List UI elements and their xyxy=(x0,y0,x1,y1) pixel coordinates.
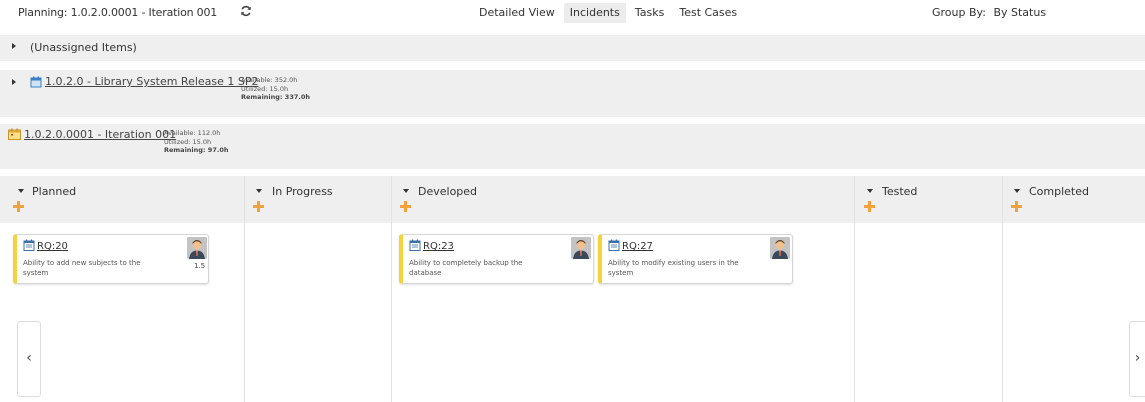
user-avatar-icon xyxy=(187,237,207,259)
iteration-link[interactable]: 1.0.2.0.0001 - Iteration 001 xyxy=(24,128,176,141)
collapse-caret-icon[interactable] xyxy=(403,189,409,193)
user-avatar-icon xyxy=(770,237,790,259)
column-completed: Completed xyxy=(1003,176,1145,402)
release-link[interactable]: 1.0.2.0 - Library System Release 1 SP2 xyxy=(45,75,259,88)
card-id-link[interactable]: RQ:23 xyxy=(423,241,454,252)
column-header: Developed xyxy=(392,176,854,223)
add-item-icon[interactable] xyxy=(1011,201,1022,212)
column-header: Planned xyxy=(0,176,244,223)
chevron-left-icon: ‹ xyxy=(26,350,32,366)
expand-caret-icon[interactable] xyxy=(12,43,16,49)
column-developed: Developed xyxy=(392,176,855,402)
release-stats: Available: 352.0h Utilized: 15.0h Remain… xyxy=(241,76,310,102)
release-utilized: Utilized: 15.0h xyxy=(241,84,289,93)
column-header: Tested xyxy=(855,176,1002,223)
column-header: In Progress xyxy=(245,176,391,223)
chevron-right-icon: › xyxy=(1134,350,1141,366)
iteration-stats: Available: 112.0h Utilized: 15.0h Remain… xyxy=(164,129,228,155)
card-description: Ability to add new subjects to the syste… xyxy=(23,259,141,277)
add-item-icon[interactable] xyxy=(400,201,411,212)
card-id-link[interactable]: RQ:27 xyxy=(622,241,653,252)
iteration-available: Available: 112.0h xyxy=(164,129,221,137)
avatar[interactable] xyxy=(187,237,207,259)
tab-test-cases[interactable]: Test Cases xyxy=(673,3,743,23)
collapse-caret-icon[interactable] xyxy=(1014,189,1020,193)
add-item-icon[interactable] xyxy=(13,201,24,212)
tab-detailed-view[interactable]: Detailed View xyxy=(473,3,561,23)
collapse-caret-icon[interactable] xyxy=(18,189,24,193)
collapse-caret-icon[interactable] xyxy=(867,189,873,193)
column-title: Tested xyxy=(882,185,918,198)
unassigned-items-row: (Unassigned Items) xyxy=(0,35,1145,61)
card-description: Ability to modify existing users in the … xyxy=(608,259,739,277)
avatar[interactable] xyxy=(571,237,591,259)
card-estimate: 1.5 xyxy=(194,262,206,270)
unassigned-items-label: (Unassigned Items) xyxy=(30,41,137,54)
next-page-button[interactable]: › xyxy=(1129,321,1145,397)
column-title: Developed xyxy=(418,185,478,198)
avatar[interactable] xyxy=(770,237,790,259)
view-tabs: Detailed View Incidents Tasks Test Cases xyxy=(473,3,743,23)
add-item-icon[interactable] xyxy=(864,201,875,212)
column-title: Completed xyxy=(1029,185,1089,198)
requirement-card[interactable]: RQ:27 Ability to modify existing users i… xyxy=(598,234,793,284)
card-id-link[interactable]: RQ:20 xyxy=(37,241,68,252)
iteration-utilized: Utilized: 15.0h xyxy=(164,137,212,146)
release-row: 1.0.2.0 - Library System Release 1 SP2 A… xyxy=(0,70,1145,117)
iteration-remaining: Remaining: 97.0h xyxy=(164,146,229,154)
top-bar: Planning: 1.0.2.0.0001 - Iteration 001 D… xyxy=(0,0,1145,26)
iteration-row: 1.0.2.0.0001 - Iteration 001 Available: … xyxy=(0,124,1145,169)
tab-incidents[interactable]: Incidents xyxy=(563,3,626,23)
requirement-icon xyxy=(23,239,35,251)
tab-tasks[interactable]: Tasks xyxy=(629,3,670,23)
group-by-select[interactable]: By Status xyxy=(993,6,1046,19)
iteration-icon xyxy=(8,128,21,140)
column-title: In Progress xyxy=(272,185,333,198)
release-icon xyxy=(30,76,42,88)
column-header: Completed xyxy=(1003,176,1145,223)
release-available: Available: 352.0h xyxy=(241,76,298,84)
planning-title: Planning: 1.0.2.0.0001 - Iteration 001 xyxy=(18,6,218,19)
user-avatar-icon xyxy=(571,237,591,259)
release-remaining: Remaining: 337.0h xyxy=(241,93,310,101)
requirement-icon xyxy=(409,239,421,251)
requirement-card[interactable]: RQ:23 Ability to completely backup the d… xyxy=(399,234,594,284)
expand-caret-icon[interactable] xyxy=(12,79,16,85)
kanban-board: Planned In Progress Developed Tested Com… xyxy=(0,176,1145,402)
previous-page-button[interactable]: ‹ xyxy=(17,321,41,397)
column-tested: Tested xyxy=(855,176,1003,402)
refresh-icon[interactable] xyxy=(240,5,252,17)
requirement-card[interactable]: RQ:20 Ability to add new subjects to the… xyxy=(13,234,209,284)
group-by: Group By: By Status xyxy=(932,6,1046,19)
collapse-caret-icon[interactable] xyxy=(256,189,262,193)
add-item-icon[interactable] xyxy=(253,201,264,212)
column-title: Planned xyxy=(32,185,77,198)
requirement-icon xyxy=(608,239,620,251)
group-by-label: Group By: xyxy=(932,6,986,19)
card-description: Ability to completely backup the databas… xyxy=(409,259,523,277)
column-in-progress: In Progress xyxy=(245,176,392,402)
